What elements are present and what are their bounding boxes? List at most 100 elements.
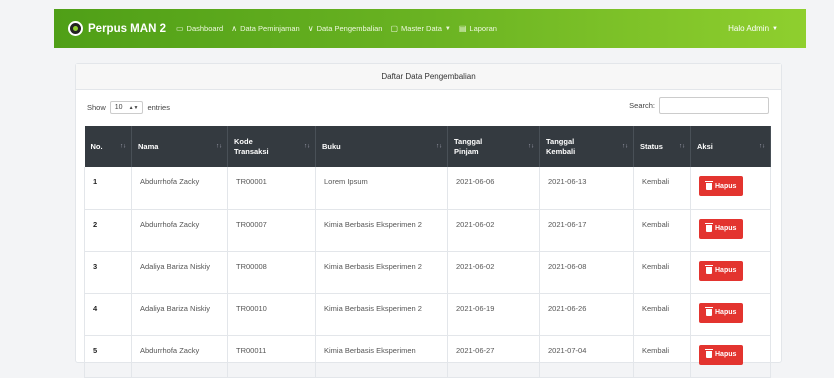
card-title: Daftar Data Pengembalian [76, 64, 781, 90]
nav-dashboard-label: Dashboard [186, 24, 224, 33]
table-row: 4 Adaliya Bariza Niskiy TR00010 Kimia Be… [84, 293, 771, 336]
nav-laporan[interactable]: ▤ Laporan [459, 24, 497, 33]
trash-icon [705, 307, 713, 316]
hapus-button[interactable]: Hapus [699, 260, 744, 281]
cell-buku: Kimia Berbasis Eksperimen 2 [315, 293, 448, 336]
hapus-button[interactable]: Hapus [699, 302, 744, 323]
cell-no: 3 [84, 251, 132, 294]
nav-master-data[interactable]: ▢ Master Data ▼ [390, 24, 450, 33]
col-header-status[interactable]: Status ↑↓ [633, 126, 691, 167]
cell-kembali: 2021-07-04 [539, 335, 634, 378]
table-row: 2 Abdurrhofa Zacky TR00007 Kimia Berbasi… [84, 209, 771, 252]
cell-pinjam: 2021-06-06 [447, 167, 540, 210]
cell-pinjam: 2021-06-02 [447, 209, 540, 252]
chevron-down-icon: ▼ [772, 25, 778, 32]
nav-pengembalian-label: Data Pengembalian [316, 24, 383, 33]
cell-kode: TR00001 [227, 167, 316, 210]
col-header-nama[interactable]: Nama ↑↓ [131, 126, 228, 167]
nav-dashboard[interactable]: ▭ Dashboard [176, 24, 223, 33]
dashboard-icon: ▭ [175, 24, 184, 33]
cell-nama: Adaliya Bariza Niskiy [131, 251, 228, 294]
cell-aksi: Hapus [690, 167, 771, 210]
cell-no: 2 [84, 209, 132, 252]
cell-pinjam: 2021-06-19 [447, 293, 540, 336]
cell-status: Kembali [633, 167, 691, 210]
table-row: 3 Adaliya Bariza Niskiy TR00008 Kimia Be… [84, 251, 771, 294]
nav-laporan-label: Laporan [469, 24, 497, 33]
col-header-kembali[interactable]: Tanggal Kembali ↑↓ [539, 126, 634, 167]
sort-icon: ↑↓ [120, 142, 126, 149]
entries-control: Show 10 ▲▼ entries [87, 101, 170, 114]
show-label: Show [87, 103, 106, 112]
brand-logo-icon [68, 21, 83, 36]
cell-kode: TR00007 [227, 209, 316, 252]
report-icon: ▤ [458, 24, 467, 33]
cell-aksi: Hapus [690, 209, 771, 252]
hapus-button[interactable]: Hapus [699, 344, 744, 365]
hapus-button[interactable]: Hapus [699, 218, 744, 239]
cell-status: Kembali [633, 251, 691, 294]
cell-status: Kembali [633, 293, 691, 336]
cell-aksi: Hapus [690, 293, 771, 336]
cell-kembali: 2021-06-13 [539, 167, 634, 210]
sort-icon: ↑↓ [759, 142, 765, 149]
cell-status: Kembali [633, 335, 691, 378]
cell-kode: TR00008 [227, 251, 316, 294]
col-header-buku[interactable]: Buku ↑↓ [315, 126, 448, 167]
col-header-no[interactable]: No. ↑↓ [84, 126, 132, 167]
col-header-kode[interactable]: Kode Transaksi ↑↓ [227, 126, 316, 167]
pengembalian-card: Daftar Data Pengembalian Show 10 ▲▼ entr… [75, 63, 782, 378]
entries-label: entries [147, 103, 170, 112]
col-header-aksi[interactable]: Aksi ↑↓ [690, 126, 771, 167]
sort-icon: ↑↓ [679, 142, 685, 149]
trash-icon [705, 223, 713, 232]
sort-icon: ↑↓ [304, 142, 310, 149]
cell-buku: Lorem Ipsum [315, 167, 448, 210]
hapus-button[interactable]: Hapus [699, 176, 744, 196]
nav-data-pengembalian[interactable]: ∨ Data Pengembalian [308, 24, 383, 33]
cell-kode: TR00011 [227, 335, 316, 378]
sort-icon: ↑↓ [436, 142, 442, 149]
cell-no: 4 [84, 293, 132, 336]
sort-icon: ↑↓ [528, 142, 534, 149]
cell-pinjam: 2021-06-27 [447, 335, 540, 378]
user-greeting: Halo Admin [728, 24, 770, 33]
cell-buku: Kimia Berbasis Eksperimen [315, 335, 448, 378]
table-toolbar: Show 10 ▲▼ entries Search: [76, 90, 781, 124]
chevron-down-icon: ▼ [444, 25, 451, 32]
sort-icon: ↑↓ [622, 142, 628, 149]
cell-nama: Abdurrhofa Zacky [131, 335, 228, 378]
arrow-up-icon: ∧ [231, 24, 238, 33]
cell-no: 1 [84, 167, 132, 210]
nav-master-data-label: Master Data [401, 24, 442, 33]
cell-pinjam: 2021-06-02 [447, 251, 540, 294]
search-input[interactable] [659, 97, 769, 114]
cell-status: Kembali [633, 209, 691, 252]
entries-value: 10 [114, 104, 123, 111]
brand-title: Perpus MAN 2 [88, 22, 166, 35]
cell-kode: TR00010 [227, 293, 316, 336]
trash-icon [705, 265, 713, 274]
arrow-down-icon: ∨ [307, 24, 314, 33]
table-header-row: No. ↑↓ Nama ↑↓ Kode Transaksi ↑↓ Buku ↑↓ Tan… [84, 126, 771, 167]
trash-icon [705, 349, 713, 358]
top-navbar: Perpus MAN 2 ▭ Dashboard ∧ Data Peminjam… [54, 9, 806, 48]
brand[interactable]: Perpus MAN 2 [68, 21, 166, 36]
nav-data-peminjaman[interactable]: ∧ Data Peminjaman [231, 24, 299, 33]
search-control: Search: [629, 97, 769, 114]
cell-buku: Kimia Berbasis Eksperimen 2 [315, 209, 448, 252]
cell-kembali: 2021-06-08 [539, 251, 634, 294]
nav-links: ▭ Dashboard ∧ Data Peminjaman ∨ Data Pen… [176, 24, 505, 33]
cell-no: 5 [84, 335, 132, 378]
nav-peminjaman-label: Data Peminjaman [240, 24, 300, 33]
cell-nama: Adaliya Bariza Niskiy [131, 293, 228, 336]
select-arrows-icon: ▲▼ [128, 104, 139, 111]
search-label: Search: [629, 101, 655, 110]
sort-icon: ↑↓ [216, 142, 222, 149]
cell-nama: Abdurrhofa Zacky [131, 167, 228, 210]
cell-kembali: 2021-06-17 [539, 209, 634, 252]
entries-select[interactable]: 10 ▲▼ [109, 101, 144, 114]
col-header-pinjam[interactable]: Tanggal Pinjam ↑↓ [447, 126, 540, 167]
user-menu[interactable]: Halo Admin ▼ [728, 24, 778, 33]
cell-kembali: 2021-06-26 [539, 293, 634, 336]
